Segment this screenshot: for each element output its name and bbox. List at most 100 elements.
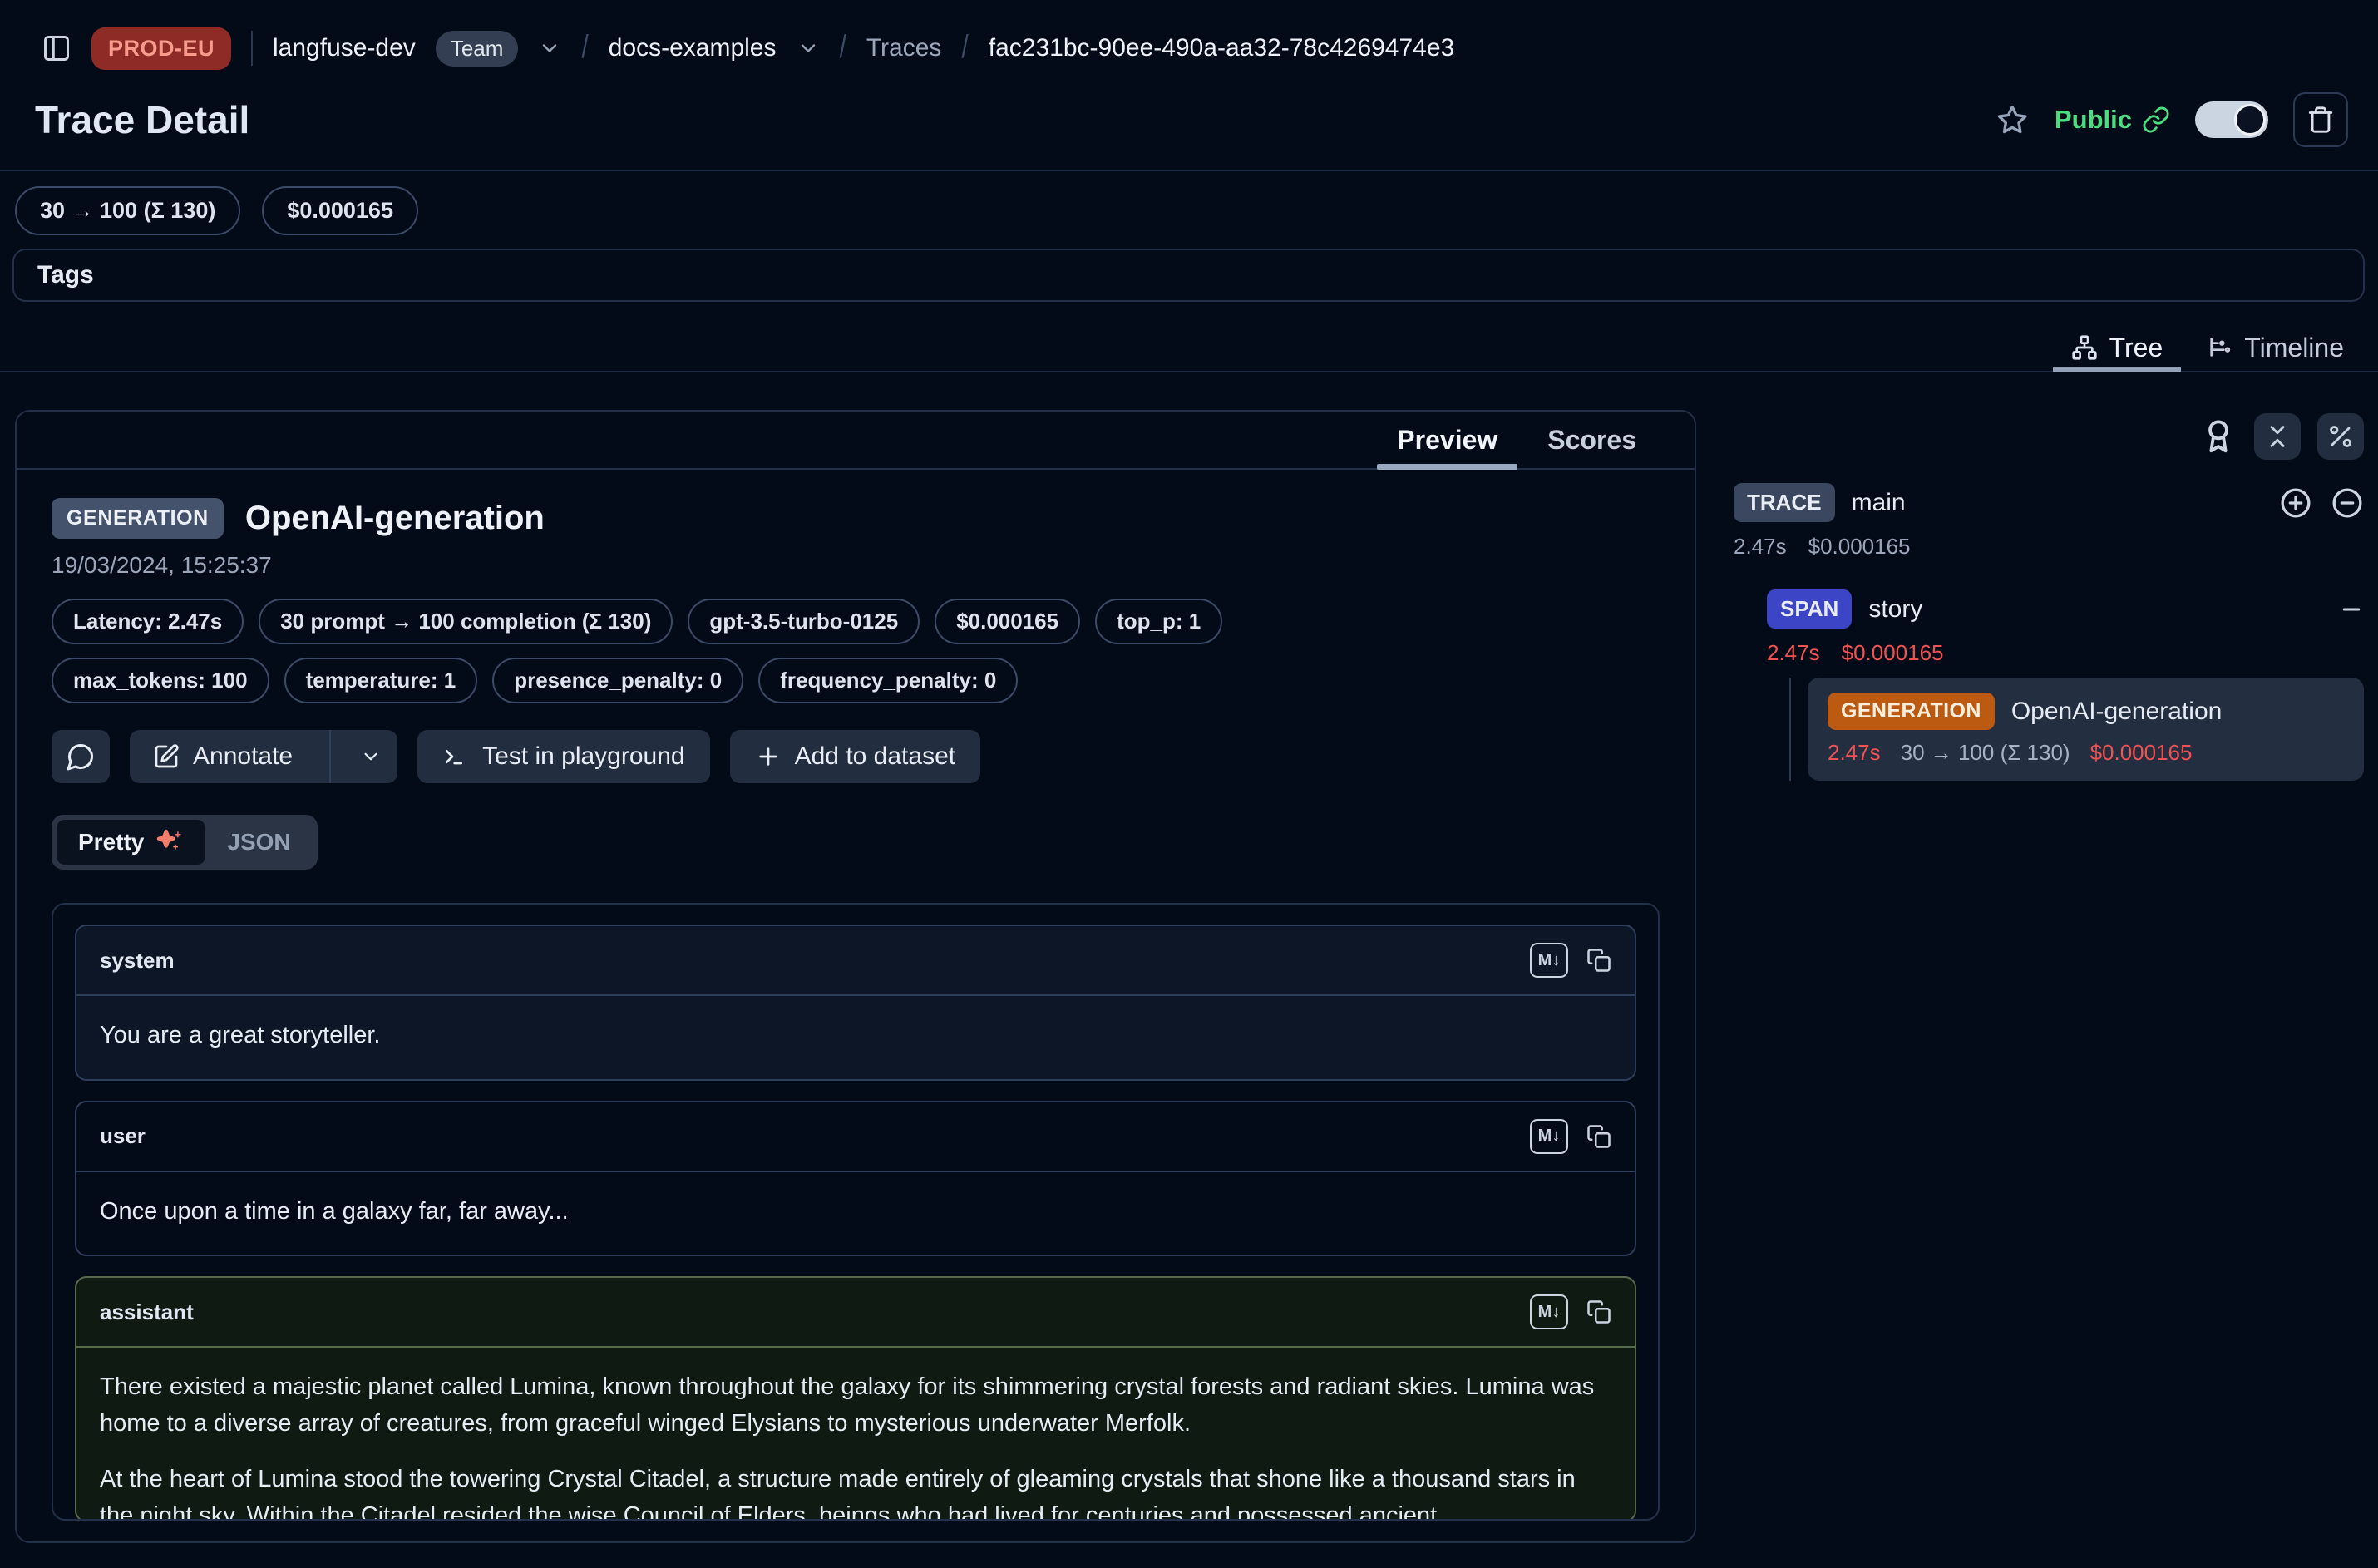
page-title: Trace Detail xyxy=(35,97,249,142)
terminal-icon xyxy=(442,743,469,770)
trace-badge: TRACE xyxy=(1734,483,1835,522)
frequency-penalty-badge: frequency_penalty: 0 xyxy=(758,658,1018,703)
token-detail-badge: 30 prompt → 100 completion (Σ 130) xyxy=(259,599,673,644)
percent-icon xyxy=(2326,422,2355,451)
public-label: Public xyxy=(2055,105,2170,135)
sparkles-icon xyxy=(155,828,184,856)
generation-name: OpenAI-generation xyxy=(2011,698,2223,726)
plus-circle-icon[interactable] xyxy=(2279,486,2312,520)
award-icon[interactable] xyxy=(2199,417,2237,456)
model-badge: gpt-3.5-turbo-0125 xyxy=(688,599,920,644)
trace-latency: 2.47s xyxy=(1734,534,1787,560)
tags-label: Tags xyxy=(37,261,94,289)
breadcrumb-section[interactable]: Traces xyxy=(866,34,942,62)
span-name: story xyxy=(1868,595,1922,624)
message-role: user xyxy=(100,1123,146,1149)
tab-scores[interactable]: Scores xyxy=(1522,412,1661,468)
breadcrumb-slash: / xyxy=(581,30,588,67)
trace-cost: $0.000165 xyxy=(1808,534,1911,560)
markdown-toggle-icon[interactable]: M↓ xyxy=(1530,943,1568,978)
latency-badge: Latency: 2.47s xyxy=(52,599,244,644)
tags-box[interactable]: Tags xyxy=(12,249,2365,302)
link-icon[interactable] xyxy=(2142,106,2170,134)
panel-tabs: Preview Scores xyxy=(17,412,1695,470)
io-preview-box: system M↓ You are a great storyteller. u… xyxy=(52,903,1660,1521)
copy-icon[interactable] xyxy=(1586,948,1611,973)
message-content: There existed a majestic planet called L… xyxy=(76,1348,1635,1521)
header-divider xyxy=(0,170,2378,171)
trace-tree-panel: TRACE main 2.47s $0.000165 SPAN story xyxy=(1734,413,2364,781)
annotate-button[interactable]: Annotate xyxy=(130,730,316,783)
delete-trace-button[interactable] xyxy=(2293,92,2348,147)
span-latency: 2.47s xyxy=(1767,640,1820,666)
collapse-all-button[interactable] xyxy=(2254,413,2301,460)
button-divider xyxy=(329,730,331,783)
breadcrumb-slash: / xyxy=(961,30,968,67)
breadcrumb: PROD-EU langfuse-dev Team / docs-example… xyxy=(42,25,2345,71)
breadcrumb-org[interactable]: langfuse-dev xyxy=(273,34,416,62)
format-pretty[interactable]: Pretty xyxy=(57,820,205,865)
view-tabs: Tree Timeline xyxy=(0,324,2378,372)
chevrons-down-up-icon xyxy=(2263,422,2292,451)
span-badge: SPAN xyxy=(1767,589,1852,629)
cost-badge: $0.000165 xyxy=(262,186,418,235)
assistant-paragraph: There existed a majestic planet called L… xyxy=(100,1369,1611,1442)
breadcrumb-separator-line xyxy=(251,31,253,66)
format-toggle: Pretty JSON xyxy=(52,815,318,870)
tree-node-trace[interactable]: TRACE main 2.47s $0.000165 xyxy=(1734,483,2364,560)
minus-circle-icon[interactable] xyxy=(2331,486,2364,520)
tree-icon xyxy=(2071,334,2098,361)
tree-node-span[interactable]: SPAN story 2.47s $0.000165 GENERATION Op… xyxy=(1767,589,2364,781)
test-in-playground-button[interactable]: Test in playground xyxy=(417,730,710,783)
observation-title: OpenAI-generation xyxy=(245,500,545,537)
top-p-badge: top_p: 1 xyxy=(1095,599,1222,644)
copy-icon[interactable] xyxy=(1586,1124,1611,1149)
minus-icon[interactable] xyxy=(2339,597,2364,622)
breadcrumb-trace-id: fac231bc-90ee-490a-aa32-78c4269474e3 xyxy=(989,34,1454,62)
generation-badge: GENERATION xyxy=(1828,693,1995,730)
pen-square-icon xyxy=(153,743,180,770)
max-tokens-badge: max_tokens: 100 xyxy=(52,658,269,703)
observation-type-badge: GENERATION xyxy=(52,498,224,539)
message-role: system xyxy=(100,948,175,974)
message-content: You are a great storyteller. xyxy=(76,996,1635,1079)
environment-badge[interactable]: PROD-EU xyxy=(91,27,231,70)
span-cost: $0.000165 xyxy=(1842,640,1944,666)
tree-node-generation-selected[interactable]: GENERATION OpenAI-generation 2.47s 30 → … xyxy=(1808,678,2364,781)
message-assistant: assistant M↓ There existed a majestic pl… xyxy=(75,1276,1636,1521)
markdown-toggle-icon[interactable]: M↓ xyxy=(1530,1294,1568,1329)
trash-icon xyxy=(2306,106,2335,134)
format-json[interactable]: JSON xyxy=(205,820,312,865)
message-role: assistant xyxy=(100,1299,194,1325)
assistant-paragraph: At the heart of Lumina stood the towerin… xyxy=(100,1462,1611,1521)
breadcrumb-slash: / xyxy=(840,30,846,67)
copy-icon[interactable] xyxy=(1586,1299,1611,1324)
org-type-badge[interactable]: Team xyxy=(436,31,519,67)
tab-preview[interactable]: Preview xyxy=(1372,412,1522,468)
observation-meta-badges: Latency: 2.47s 30 prompt → 100 completio… xyxy=(52,599,1448,703)
markdown-toggle-icon[interactable]: M↓ xyxy=(1530,1119,1568,1154)
star-icon[interactable] xyxy=(1996,103,2030,136)
message-system: system M↓ You are a great storyteller. xyxy=(75,925,1636,1081)
message-user: user M↓ Once upon a time in a galaxy far… xyxy=(75,1101,1636,1257)
comment-icon xyxy=(66,742,96,772)
breadcrumb-project[interactable]: docs-examples xyxy=(609,34,777,62)
panel-left-icon[interactable] xyxy=(42,33,72,63)
public-toggle[interactable] xyxy=(2195,101,2268,138)
temperature-badge: temperature: 1 xyxy=(284,658,478,703)
chevron-down-icon[interactable] xyxy=(538,37,561,60)
comment-button[interactable] xyxy=(52,730,110,783)
add-to-dataset-button[interactable]: Add to dataset xyxy=(730,730,980,783)
tab-timeline[interactable]: Timeline xyxy=(2184,324,2366,371)
annotate-dropdown-button[interactable] xyxy=(344,730,397,783)
plus-icon xyxy=(755,743,782,770)
presence-penalty-badge: presence_penalty: 0 xyxy=(492,658,743,703)
percent-metrics-button[interactable] xyxy=(2317,413,2364,460)
generation-cost: $0.000165 xyxy=(2090,740,2193,766)
tab-tree[interactable]: Tree xyxy=(2050,324,2185,371)
trace-name: main xyxy=(1852,489,1906,517)
observation-detail-card: Preview Scores GENERATION OpenAI-generat… xyxy=(15,410,1696,1543)
chevron-down-icon[interactable] xyxy=(797,37,820,60)
generation-latency: 2.47s xyxy=(1828,740,1881,766)
observation-timestamp: 19/03/2024, 15:25:37 xyxy=(52,552,1660,579)
